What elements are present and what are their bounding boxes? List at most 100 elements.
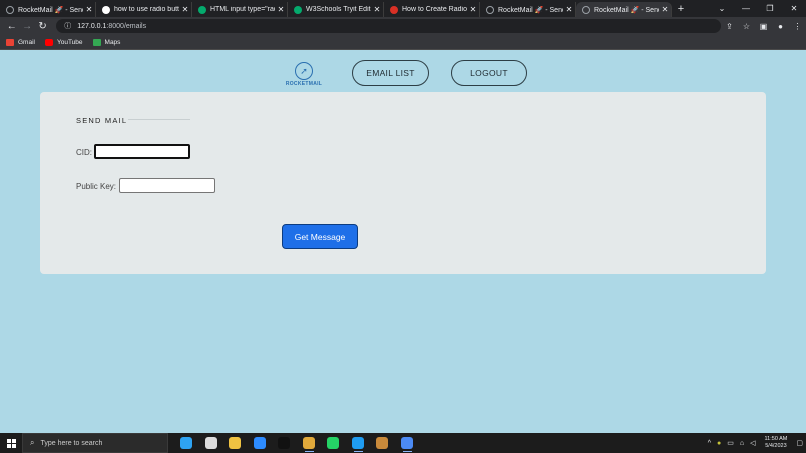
maps-icon (92, 38, 101, 46)
cid-input[interactable] (94, 144, 190, 159)
get-message-button[interactable]: Get Message (282, 224, 358, 249)
clock[interactable]: 11:50 AM 5/4/2023 (765, 436, 788, 450)
bookmarks-bar: Gmail YouTube Maps (0, 35, 806, 50)
calendar-icon (204, 437, 217, 449)
tab-title: how to use radio butto (114, 6, 179, 13)
browser-tab[interactable]: RocketMail 🚀 - Send M✕ (576, 2, 672, 17)
zoom-icon (253, 437, 266, 449)
tab-title: W3Schools Tryit Editor (306, 6, 371, 13)
system-tray: ^ ● ▭ ⌂ ◁ 11:50 AM 5/4/2023 ▢ (705, 433, 806, 453)
window-controls: ⌄ — ❐ ✕ (710, 0, 806, 17)
taskbar-app[interactable] (248, 433, 273, 453)
title-divider (128, 119, 190, 120)
gmail-icon (6, 38, 14, 46)
url-host: 127.0.0.1 (77, 22, 107, 30)
windows-logo-icon (6, 438, 16, 448)
tray-app-icon[interactable]: ● (717, 440, 721, 447)
share-icon[interactable]: ⇪ (721, 22, 738, 31)
taskbar-app[interactable] (346, 433, 371, 453)
tab-close-icon[interactable]: ✕ (659, 5, 671, 14)
bookmark-maps[interactable]: Maps (92, 38, 120, 46)
search-icon: ⌕ (30, 438, 35, 447)
terminal-icon (278, 437, 291, 449)
address-toolbar: ← → ↻ ⓘ 127.0.0.1:8000/emails ⇪ ☆ ▣ ● ⋮ (0, 17, 806, 35)
reload-icon[interactable]: ↻ (35, 21, 50, 32)
back-icon[interactable]: ← (4, 21, 19, 32)
tray-chevron-icon[interactable]: ^ (708, 440, 711, 447)
clock-time: 11:50 AM (764, 436, 788, 442)
browser-tab[interactable]: W3Schools Tryit Editor ✕ (288, 2, 384, 17)
minimize-button[interactable]: — (734, 0, 758, 17)
browser-tab[interactable]: HTML input type="radio✕ (192, 2, 288, 17)
tab-favicon-icon (6, 5, 14, 14)
tab-favicon-icon (582, 5, 590, 14)
logout-button[interactable]: LOGOUT (451, 60, 527, 86)
notification-icon[interactable]: ▢ (796, 439, 803, 447)
taskbar-app[interactable] (297, 433, 322, 453)
taskbar-apps (174, 433, 419, 453)
chrome-icon (302, 437, 315, 449)
tab-close-icon[interactable]: ✕ (179, 5, 191, 14)
taskbar-app[interactable] (199, 433, 224, 453)
package-icon (376, 437, 389, 449)
browser-tab[interactable]: how to use radio butto ✕ (96, 2, 192, 17)
tab-close-icon[interactable]: ✕ (467, 5, 479, 14)
browser-tab[interactable]: RocketMail 🚀 - Send M✕ (0, 2, 96, 17)
bookmark-star-icon[interactable]: ☆ (738, 22, 755, 31)
taskbar-app[interactable] (370, 433, 395, 453)
tab-close-icon[interactable]: ✕ (371, 5, 383, 14)
email-list-button[interactable]: EMAIL LIST (352, 60, 429, 86)
tab-favicon-icon (486, 5, 494, 14)
tab-search-icon[interactable]: ⌄ (710, 0, 734, 17)
search-placeholder: Type here to search (40, 439, 103, 447)
windows-start-button[interactable] (0, 433, 22, 453)
tab-title: How to Create Radio B (402, 6, 467, 13)
tab-favicon-icon (390, 5, 398, 14)
tab-close-icon[interactable]: ✕ (563, 5, 575, 14)
clock-date: 5/4/2023 (765, 443, 787, 449)
tab-title: RocketMail 🚀 - Send M (594, 6, 659, 14)
battery-icon[interactable]: ▭ (727, 439, 734, 447)
close-window-button[interactable]: ✕ (782, 0, 806, 17)
taskbar-app[interactable] (321, 433, 346, 453)
whatsapp-icon (327, 437, 340, 449)
restore-button[interactable]: ❐ (758, 0, 782, 17)
tab-title: HTML input type="radio (210, 6, 275, 13)
bookmark-youtube[interactable]: YouTube (44, 38, 83, 46)
taskbar-app[interactable] (395, 433, 420, 453)
tab-close-icon[interactable]: ✕ (275, 5, 287, 14)
taskbar-app[interactable] (174, 433, 199, 453)
tab-favicon-icon (102, 5, 110, 14)
profile-icon[interactable]: ● (772, 22, 789, 31)
file-explorer-icon (229, 437, 242, 449)
taskbar-search[interactable]: ⌕ Type here to search (22, 433, 168, 453)
site-info-icon[interactable]: ⓘ (64, 21, 71, 31)
new-tab-button[interactable]: + (672, 2, 690, 17)
edge-icon (180, 437, 193, 449)
bookmark-gmail[interactable]: Gmail (6, 38, 35, 46)
public-key-label: Public Key: (76, 182, 117, 191)
browser-tab[interactable]: RocketMail 🚀 - Send M✕ (480, 2, 576, 17)
volume-icon[interactable]: ◁ (750, 439, 755, 447)
section-title: SEND MAIL (76, 116, 128, 125)
youtube-icon (44, 38, 53, 46)
vscode-icon (351, 437, 364, 449)
taskbar-app[interactable] (223, 433, 248, 453)
tab-favicon-icon (294, 5, 302, 14)
network-icon[interactable]: ⌂ (740, 440, 744, 447)
tab-title: RocketMail 🚀 - Send M (498, 6, 563, 14)
rocket-icon: ➚ (295, 62, 313, 80)
windows-taskbar: ⌕ Type here to search ^ ● ▭ ⌂ ◁ 11:50 AM… (0, 433, 806, 453)
forward-icon[interactable]: → (19, 21, 34, 32)
public-key-input[interactable] (119, 178, 215, 193)
url-path: :8000/emails (106, 22, 147, 30)
side-panel-icon[interactable]: ▣ (755, 22, 772, 31)
address-field[interactable]: ⓘ 127.0.0.1:8000/emails (56, 19, 721, 33)
rocketmail-logo[interactable]: ➚ ROCKETMAIL (285, 62, 323, 87)
menu-icon[interactable]: ⋮ (789, 22, 806, 31)
chrome-icon-2 (400, 437, 413, 449)
browser-tab[interactable]: How to Create Radio B ✕ (384, 2, 480, 17)
tab-close-icon[interactable]: ✕ (83, 5, 95, 14)
app-header: ➚ ROCKETMAIL EMAIL LIST LOGOUT (0, 58, 806, 90)
taskbar-app[interactable] (272, 433, 297, 453)
